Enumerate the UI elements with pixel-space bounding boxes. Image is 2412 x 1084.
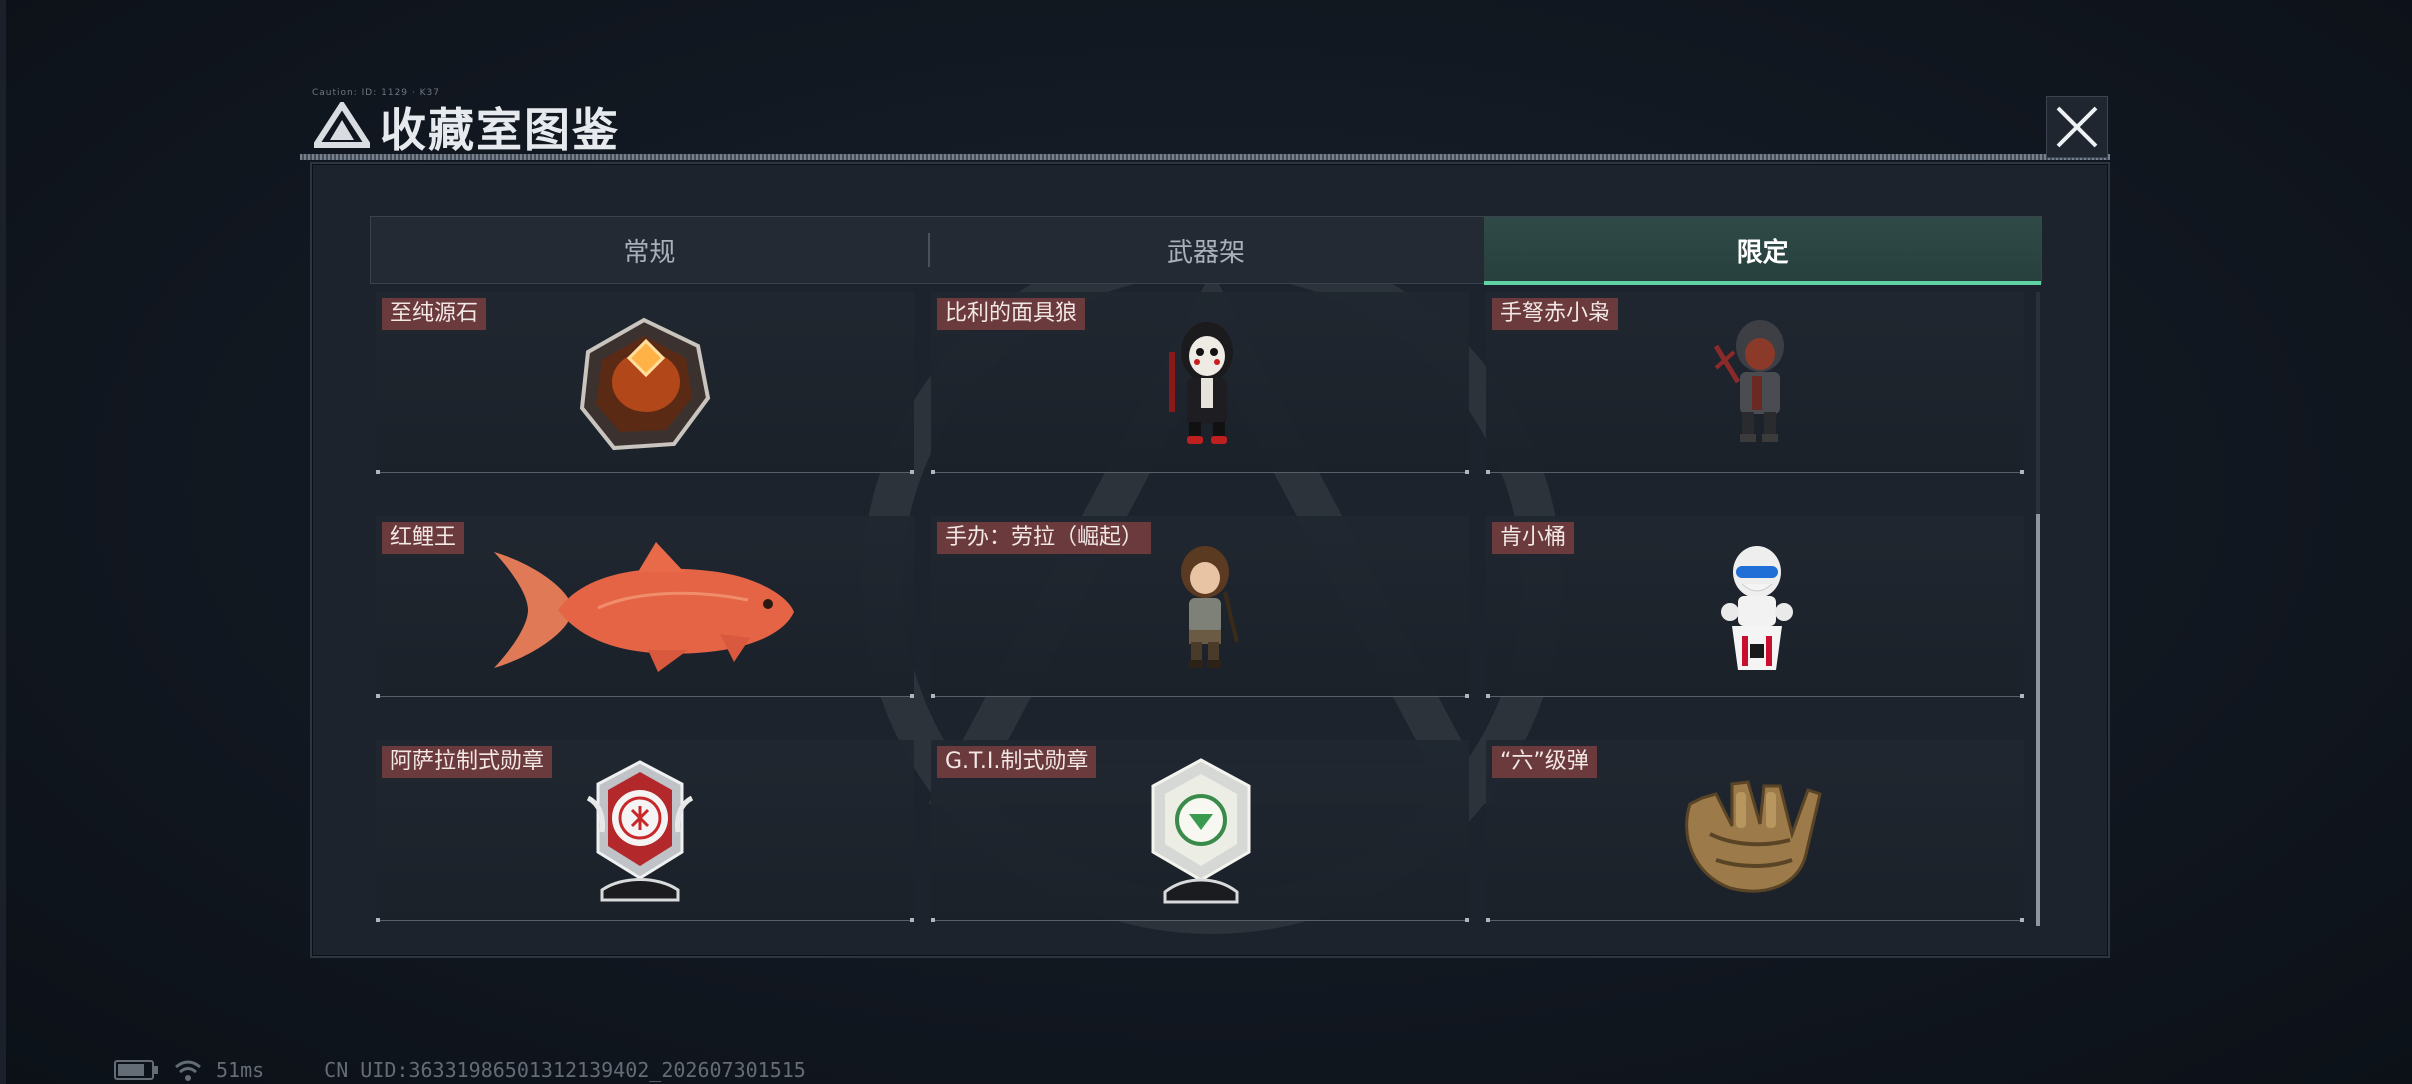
bucket-mascot-icon: [1721, 546, 1793, 670]
billy-mask-figure-icon: [1169, 322, 1233, 444]
crossbow-owl-figure-icon: [1713, 320, 1784, 442]
collection-panel: 常规 武器架 限定 至纯源石 比利的面具狼 手弩赤小枭 红鲤王 手办：劳拉（崛起…: [310, 162, 2110, 958]
collection-item[interactable]: 至纯源石: [376, 292, 914, 474]
tab-regular[interactable]: 常规: [371, 217, 928, 283]
item-label: 阿萨拉制式勋章: [382, 746, 553, 778]
scrollbar-thumb[interactable]: [2036, 514, 2040, 926]
left-edge: [0, 0, 6, 1084]
item-label: 肯小桶: [1492, 522, 1575, 554]
collection-item[interactable]: 红鲤王: [376, 516, 914, 698]
item-label: 比利的面具狼: [937, 298, 1086, 330]
dialog-header: Caution: ID: 1129 · K37 收藏室图鉴: [300, 88, 2110, 160]
collection-item[interactable]: 肯小桶: [1486, 516, 2024, 698]
status-bar: 51ms CN UID:36331986501312139402_2026073…: [114, 1058, 806, 1082]
item-label: 红鲤王: [382, 522, 465, 554]
tab-label: 武器架: [1167, 237, 1246, 268]
tab-limited[interactable]: 限定: [1484, 217, 2042, 285]
tab-label: 常规: [623, 237, 676, 268]
red-carp-icon: [494, 542, 794, 672]
collection-item[interactable]: “六”级弹: [1486, 740, 2024, 922]
item-label: G.T.I.制式勋章: [937, 746, 1097, 778]
item-label: 手弩赤小枭: [1492, 298, 1619, 330]
close-icon: [2056, 106, 2098, 148]
lara-figure-icon: [1181, 546, 1239, 668]
collection-item[interactable]: G.T.I.制式勋章: [931, 740, 1469, 922]
tab-weapon-rack[interactable]: 武器架: [927, 217, 1485, 283]
collection-item[interactable]: 阿萨拉制式勋章: [376, 740, 914, 922]
wifi-icon: [175, 1060, 201, 1081]
item-label: 手办：劳拉（崛起）: [937, 522, 1152, 554]
collection-item[interactable]: 比利的面具狼: [931, 292, 1469, 474]
golden-hand-icon: [1685, 780, 1822, 893]
collection-grid: 至纯源石 比利的面具狼 手弩赤小枭 红鲤王 手办：劳拉（崛起） 肯小桶 阿萨拉制…: [376, 292, 2024, 926]
originium-crystal-icon: [579, 317, 711, 451]
page-title: 收藏室图鉴: [380, 103, 620, 157]
gti-medal-icon: [1151, 758, 1251, 904]
battery-icon: [114, 1060, 158, 1080]
category-tabs: 常规 武器架 限定: [370, 216, 2042, 285]
grid-scrollbar[interactable]: [2036, 292, 2040, 926]
ping-text: 51ms: [216, 1058, 265, 1082]
delta-logo-icon: [314, 102, 370, 148]
tab-label: 限定: [1736, 237, 1789, 268]
uid-text: CN UID:36331986501312139402_202607301515: [324, 1058, 806, 1082]
close-button[interactable]: [2046, 96, 2108, 158]
collection-item[interactable]: 手办：劳拉（崛起）: [931, 516, 1469, 698]
header-divider: [300, 154, 2110, 160]
asala-medal-icon: [586, 760, 694, 902]
collection-item[interactable]: 手弩赤小枭: [1486, 292, 2024, 474]
item-label: 至纯源石: [382, 298, 487, 330]
item-label: “六”级弹: [1492, 746, 1597, 778]
